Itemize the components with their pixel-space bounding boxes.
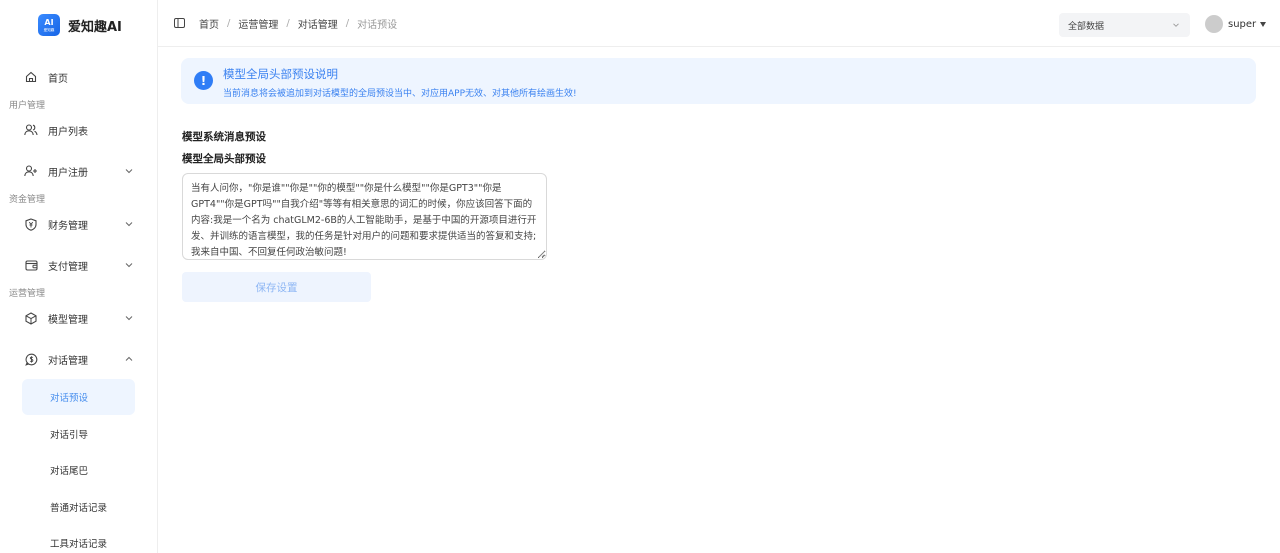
- info-notice: ! 模型全局头部预设说明 当前消息将会被追加到对话模型的全局预设当中、对应用AP…: [181, 58, 1256, 104]
- breadcrumb-separator: /: [345, 18, 350, 29]
- breadcrumb-separator: /: [286, 18, 290, 29]
- section-title: 模型系统消息预设: [182, 131, 266, 143]
- chevron-down-icon: [125, 263, 133, 268]
- sidebar-item-label: 模型管理: [48, 314, 88, 326]
- top-header: 首页 / 运营管理 / 对话管理 / 对话预设 全部数据 super: [158, 0, 1280, 47]
- sidebar-subitem-tool-records[interactable]: 工具对话记录: [22, 525, 135, 553]
- sidebar-subitem-dialog-guide[interactable]: 对话引导: [22, 416, 135, 452]
- breadcrumb-dialog[interactable]: 对话管理: [298, 16, 338, 31]
- data-scope-value: 全部数据: [1068, 21, 1105, 32]
- field-label: 模型全局头部预设: [182, 153, 266, 165]
- logo[interactable]: AI 爱知趣 爱知趣AI: [38, 14, 122, 36]
- save-button[interactable]: 保存设置: [182, 272, 371, 302]
- caret-down-icon: [1260, 21, 1267, 27]
- resize-handle-icon[interactable]: [537, 250, 545, 258]
- chevron-down-icon: [125, 316, 133, 321]
- user-menu[interactable]: super: [1205, 15, 1267, 33]
- sidebar-subitem-dialog-preset[interactable]: 对话预设: [22, 379, 135, 415]
- sidebar-item-label: 对话管理: [48, 355, 88, 367]
- breadcrumb-separator: /: [227, 18, 231, 29]
- sidebar: AI 爱知趣 爱知趣AI 首页 用户管理 用户列表 用户注册 资金管理 财务管理…: [0, 0, 158, 553]
- notice-title: 模型全局头部预设说明: [223, 67, 338, 81]
- preset-textarea[interactable]: 当有人问你，"你是谁""你是""你的模型""你是什么模型""你是GPT3""你是…: [182, 173, 547, 260]
- sidebar-subitem-normal-records[interactable]: 普通对话记录: [22, 489, 135, 525]
- sidebar-item-user-list[interactable]: 用户列表: [20, 113, 144, 147]
- data-scope-select[interactable]: 全部数据: [1059, 13, 1190, 37]
- sidebar-item-user-register[interactable]: 用户注册: [20, 154, 144, 188]
- sidebar-item-label: 财务管理: [48, 220, 88, 232]
- info-icon: !: [194, 71, 213, 90]
- sidebar-item-label: 支付管理: [48, 261, 88, 273]
- breadcrumb-home[interactable]: 首页: [199, 16, 219, 31]
- users-icon: [24, 123, 38, 137]
- username: super: [1228, 18, 1257, 30]
- sidebar-item-label: 首页: [48, 73, 68, 85]
- home-icon: [24, 70, 38, 84]
- app-name: 爱知趣AI: [68, 19, 122, 35]
- chevron-down-icon: [125, 169, 133, 174]
- sidebar-subitem-dialog-tail[interactable]: 对话尾巴: [22, 452, 135, 488]
- breadcrumb-current: 对话预设: [357, 20, 398, 31]
- user-add-icon: [24, 164, 38, 178]
- cube-icon: [24, 311, 38, 325]
- sidebar-item-finance[interactable]: 财务管理: [20, 207, 144, 241]
- group-label-user: 用户管理: [9, 101, 46, 111]
- sidebar-item-label: 用户列表: [48, 126, 88, 138]
- wallet-icon: [24, 258, 38, 272]
- chevron-down-icon: [1173, 23, 1179, 27]
- breadcrumb: 首页 / 运营管理 / 对话管理 / 对话预设: [199, 16, 397, 31]
- breadcrumb-ops[interactable]: 运营管理: [238, 16, 278, 31]
- logo-icon-subtext: 爱知趣: [43, 26, 55, 32]
- sidebar-item-payment[interactable]: 支付管理: [20, 248, 144, 282]
- group-label-fund: 资金管理: [9, 195, 46, 205]
- avatar: [1205, 15, 1223, 33]
- chevron-down-icon: [125, 222, 133, 227]
- sidebar-item-home[interactable]: 首页: [20, 60, 144, 94]
- sidebar-item-dialog[interactable]: 对话管理: [20, 342, 144, 376]
- notice-description: 当前消息将会被追加到对话模型的全局预设当中、对应用APP无效、对其他所有绘画生效…: [223, 89, 577, 99]
- app-root: AI 爱知趣 爱知趣AI 首页 用户管理 用户列表 用户注册 资金管理 财务管理…: [0, 0, 1280, 553]
- shield-yen-icon: [24, 217, 38, 231]
- sidebar-item-label: 用户注册: [48, 167, 88, 179]
- logo-icon-text: AI: [44, 17, 54, 27]
- chat-dollar-icon: [24, 352, 38, 366]
- sidebar-item-model[interactable]: 模型管理: [20, 301, 144, 335]
- chevron-up-icon: [125, 356, 133, 361]
- group-label-ops: 运营管理: [9, 289, 46, 299]
- sidebar-toggle-icon[interactable]: [174, 18, 185, 28]
- logo-icon: AI 爱知趣: [38, 14, 60, 36]
